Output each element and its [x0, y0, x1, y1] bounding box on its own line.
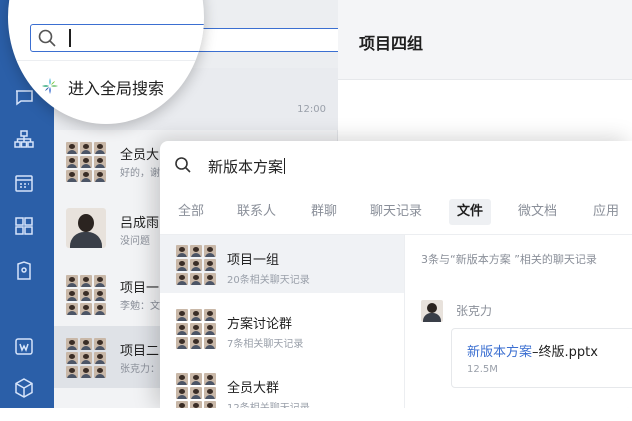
result-list: 项目一组 20条相关聊天记录 方案讨论群 7条相关聊天记录 全员大群 12条相关… [160, 235, 404, 408]
file-name: 新版本方案–终版.pptx [467, 341, 598, 360]
group-avatar [66, 142, 106, 182]
search-popup: 新版本方案 全部 联系人 群聊 聊天记录 文件 微文档 应用 项目一组 20条相… [160, 141, 632, 408]
result-sub: 12条相关聊天记录 [227, 399, 310, 408]
file-card[interactable]: 新版本方案–终版.pptx 12.5M [451, 328, 632, 388]
chat-preview: 好的，谢 [120, 168, 160, 179]
tab-all[interactable]: 全部 [170, 199, 212, 225]
result-detail: 3条与“新版本方案 ”相关的聊天记录 张克力 新版本方案–终版.pptx 12.… [404, 235, 632, 408]
workbench-icon[interactable] [13, 335, 35, 357]
chat-name: 项目一 [120, 281, 160, 296]
search-icon [174, 156, 192, 174]
result-sub: 7条相关聊天记录 [227, 339, 304, 350]
tab-chat-records[interactable]: 聊天记录 [362, 199, 430, 225]
file-name-rest: –终版.pptx [532, 345, 598, 360]
tab-docs[interactable]: 微文档 [510, 199, 565, 225]
sender-name: 张克力 [456, 304, 493, 318]
result-name: 方案讨论群 [227, 317, 293, 332]
file-name-highlight: 新版本方案 [467, 345, 533, 360]
chat-name: 全员大 [120, 148, 160, 163]
result-sub: 20条相关聊天记录 [227, 275, 310, 286]
chat-name: 项目二 [120, 344, 160, 359]
chat-name: 吕成雨 [120, 216, 160, 231]
apps-grid-icon[interactable] [13, 215, 35, 237]
result-item[interactable]: 全员大群 12条相关聊天记录 [160, 363, 404, 408]
result-name: 全员大群 [227, 381, 280, 396]
tab-groups[interactable]: 群聊 [303, 199, 345, 225]
result-item[interactable]: 项目一组 20条相关聊天记录 [160, 235, 404, 293]
cube-icon[interactable] [13, 377, 35, 399]
group-avatar [66, 275, 106, 315]
avatar [66, 208, 106, 248]
chat-title: 项目四组 [359, 34, 424, 53]
calendar-icon[interactable] [13, 172, 35, 194]
file-size: 12.5M [467, 364, 498, 375]
org-tree-icon[interactable] [13, 128, 35, 150]
chat-icon[interactable] [13, 86, 35, 108]
result-name: 项目一组 [227, 253, 280, 268]
result-item[interactable]: 方案讨论群 7条相关聊天记录 [160, 299, 404, 357]
chat-header: 项目四组 [338, 0, 632, 80]
document-icon[interactable] [13, 260, 35, 282]
search-query-text: 新版本方案 [208, 158, 284, 176]
chat-preview: 李勉：文 [120, 301, 160, 312]
divider [8, 60, 204, 61]
group-avatar [66, 338, 106, 378]
app-window: + 12:00 全员大 好的，谢 吕成雨 没问题 项目一 李勉：文 项目二 张克… [0, 0, 632, 408]
popup-search-bar[interactable]: 新版本方案 [160, 141, 632, 191]
search-icon [37, 28, 57, 48]
group-avatar [176, 245, 216, 285]
tab-apps[interactable]: 应用 [585, 199, 627, 225]
chat-preview: 张克力： [120, 364, 160, 375]
search-query[interactable]: 新版本方案 [208, 156, 286, 177]
search-tabs: 全部 联系人 群聊 聊天记录 文件 微文档 应用 [160, 195, 632, 229]
sparkle-icon [40, 76, 60, 96]
tab-files[interactable]: 文件 [449, 199, 492, 225]
chat-preview: 没问题 [120, 236, 150, 247]
group-avatar [176, 373, 216, 408]
text-caret [69, 29, 71, 47]
group-avatar [176, 309, 216, 349]
result-summary: 3条与“新版本方案 ”相关的聊天记录 [421, 253, 597, 266]
search-input[interactable] [30, 24, 204, 52]
text-caret [284, 158, 286, 174]
chat-time: 12:00 [297, 104, 326, 115]
global-search-label: 进入全局搜索 [68, 79, 165, 98]
avatar [421, 300, 443, 322]
tab-contacts[interactable]: 联系人 [229, 199, 284, 225]
